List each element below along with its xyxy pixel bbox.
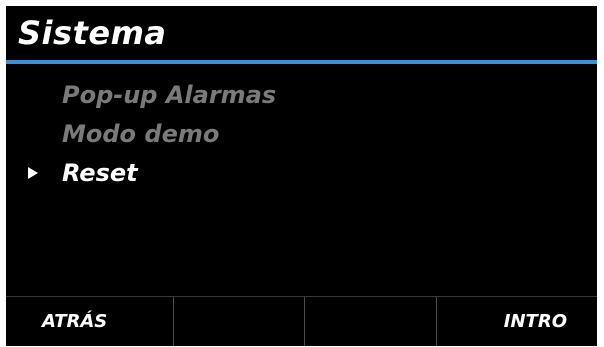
menu-item-label: Reset [62, 159, 138, 187]
softkey-back-button[interactable]: ATRÁS [6, 297, 174, 346]
softkey-bar: ATRÁS INTRO [6, 296, 597, 346]
softkey-enter-button[interactable]: INTRO [437, 297, 598, 346]
menu-item-reset[interactable]: Reset [6, 154, 597, 193]
system-menu: Pop-up Alarmas Modo demo Reset [6, 76, 597, 193]
triangle-right-icon [28, 167, 38, 179]
title-divider [6, 60, 597, 64]
menu-item-popup-alarmas[interactable]: Pop-up Alarmas [6, 76, 597, 115]
softkey-2-button[interactable] [174, 297, 305, 346]
page-title: Sistema [18, 14, 167, 52]
softkey-3-button[interactable] [305, 297, 437, 346]
menu-item-label: Modo demo [62, 120, 220, 148]
menu-item-label: Pop-up Alarmas [62, 81, 277, 109]
menu-item-modo-demo[interactable]: Modo demo [6, 115, 597, 154]
device-screen: Sistema Pop-up Alarmas Modo demo Reset A… [6, 6, 597, 346]
